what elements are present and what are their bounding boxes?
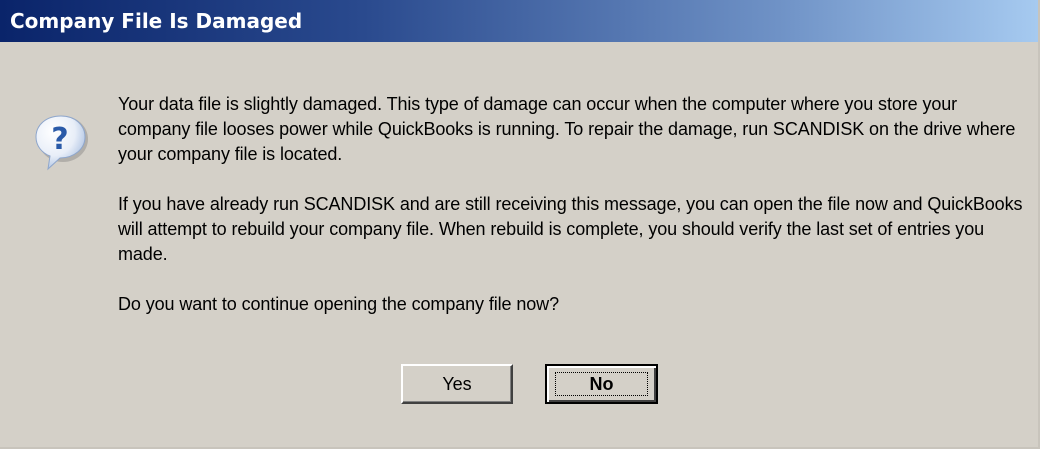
no-button[interactable]: No	[545, 364, 658, 404]
message-body: Your data file is slightly damaged. This…	[118, 92, 1023, 342]
yes-button-label: Yes	[442, 374, 472, 394]
message-paragraph-2: If you have already run SCANDISK and are…	[118, 194, 1023, 264]
message-dialog: Company File Is Damaged ? Your data file…	[0, 0, 1040, 449]
svg-text:?: ?	[51, 122, 68, 157]
dialog-title: Company File Is Damaged	[10, 9, 303, 33]
yes-button[interactable]: Yes	[401, 364, 513, 404]
title-bar[interactable]: Company File Is Damaged	[0, 0, 1038, 42]
message-paragraph-3: Do you want to continue opening the comp…	[118, 294, 559, 314]
no-button-label: No	[589, 374, 614, 394]
message-paragraph-1: Your data file is slightly damaged. This…	[118, 94, 1016, 164]
question-icon: ?	[35, 115, 88, 171]
